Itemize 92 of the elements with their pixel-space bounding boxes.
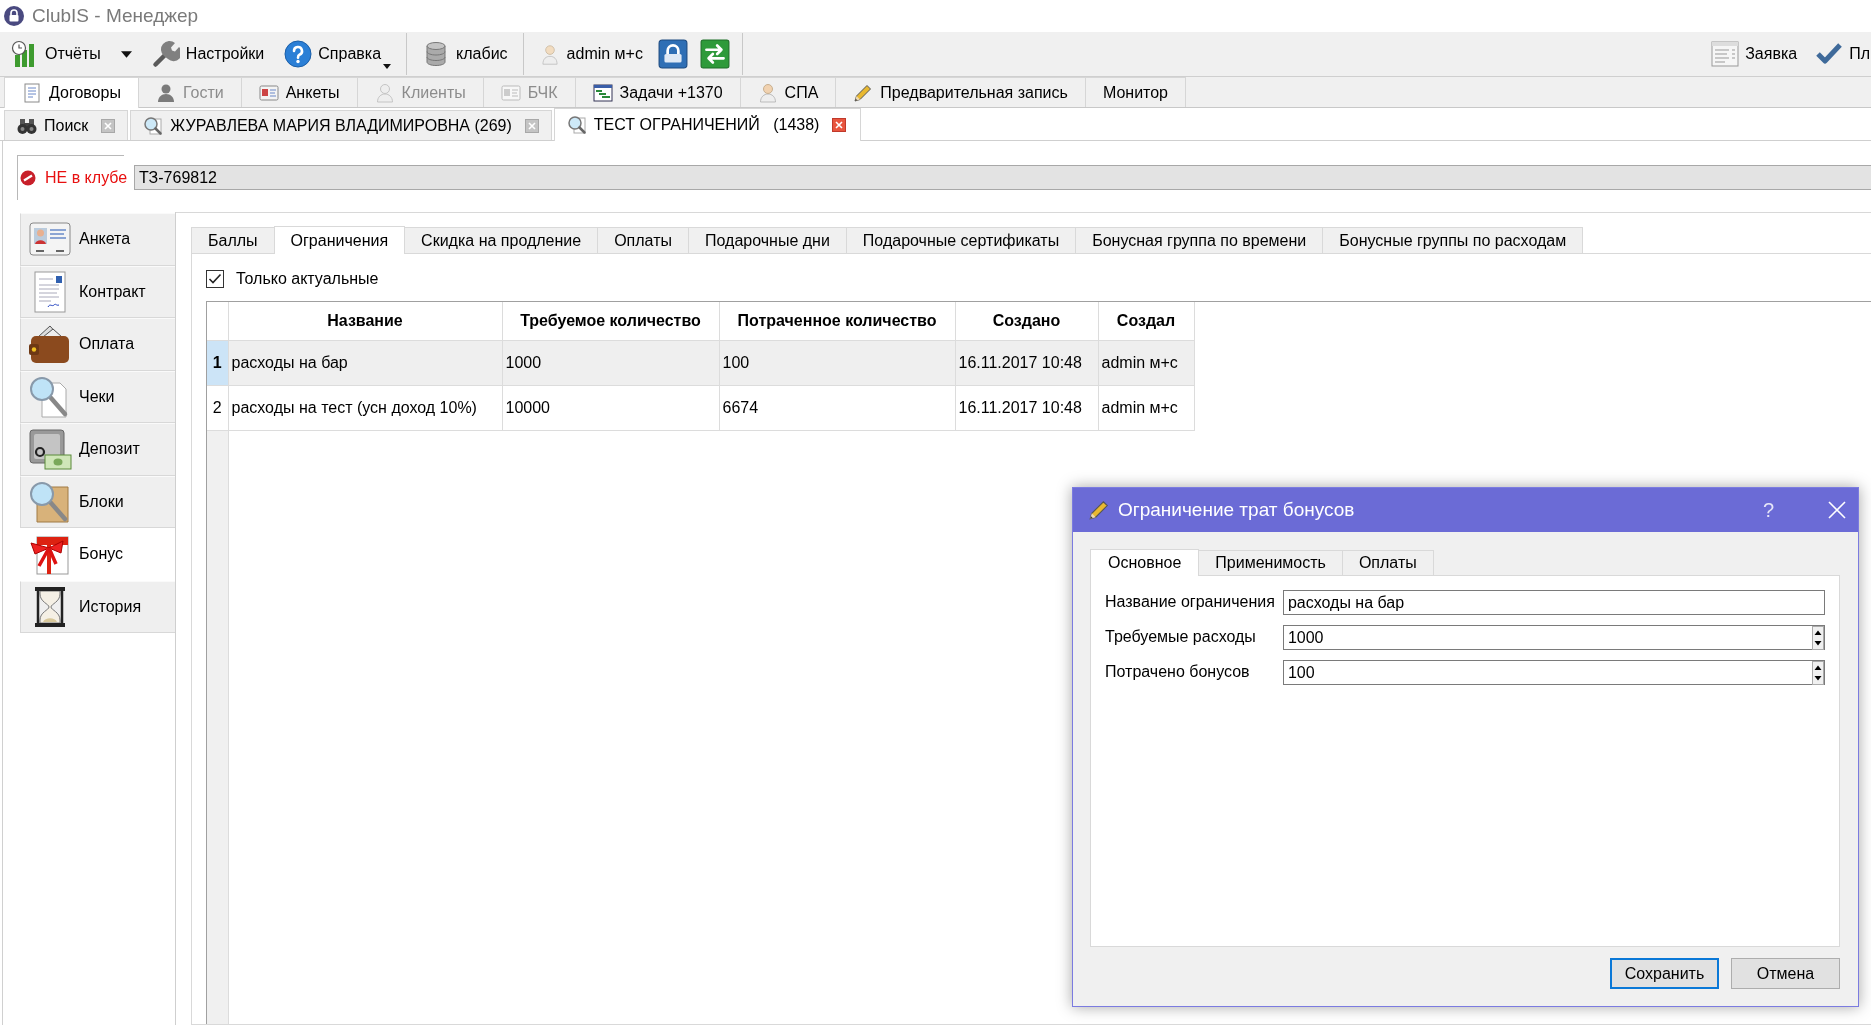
tab[interactable]: Оплаты	[597, 227, 689, 253]
table-cell: расходы на тест (усн доход 10%)	[228, 385, 502, 430]
sidebar-item[interactable]: Анкета	[20, 213, 175, 266]
prohibited-icon	[20, 170, 36, 186]
table-cell: admin м+с	[1098, 340, 1194, 385]
toolbar-button[interactable]: Заявка	[1709, 34, 1800, 74]
caret-icon	[383, 64, 392, 69]
magnifier-icon	[566, 115, 587, 135]
dropdown-button[interactable]: Отчёты	[6, 34, 137, 74]
toolbar-button[interactable]: Настройки	[146, 34, 270, 74]
id-card-icon	[500, 82, 521, 103]
sidebar-item[interactable]: Чеки	[20, 370, 175, 423]
sidebar-item[interactable]: Депозит	[20, 423, 175, 476]
spin-arrows-icon[interactable]	[1812, 625, 1824, 650]
person-icon	[374, 82, 395, 103]
table-cell: 16.11.2017 10:48	[955, 340, 1098, 385]
pencil-icon	[1088, 499, 1110, 521]
magnifier-box-icon	[28, 479, 72, 524]
sidebar-item[interactable]: Контракт	[20, 265, 175, 318]
sidebar-item[interactable]: История	[20, 580, 175, 633]
table-row[interactable]: 2 расходы на тест (усн доход 10%) 10000 6674 16.11.2017 10:48 admin м+с	[207, 385, 1194, 430]
tab[interactable]: Скидка на продление	[404, 227, 599, 253]
table-cell: 6674	[719, 385, 955, 430]
document-icon	[22, 83, 42, 103]
sidebar-item[interactable]: Оплата	[20, 318, 175, 371]
table-cell: 1000	[502, 340, 719, 385]
pencil-icon	[853, 82, 874, 103]
card-number-field[interactable]: ТЗ-769812	[134, 165, 1871, 190]
caret-icon	[120, 50, 132, 58]
column-header: Создал	[1098, 302, 1194, 340]
tab[interactable]: Оплаты	[1341, 550, 1434, 575]
checkbox-label: Только актуальные	[236, 270, 379, 288]
table-cell: расходы на бар	[228, 340, 502, 385]
dialog-button[interactable]: Сохранить	[1610, 958, 1719, 989]
magnifier-icon	[143, 115, 164, 136]
gantt-chart-icon	[592, 82, 613, 103]
text-field[interactable]: расходы на бар	[1282, 590, 1825, 615]
table-row[interactable]: 1 расходы на бар 1000 100 16.11.2017 10:48 admin м+с	[207, 340, 1194, 385]
id-card-icon	[258, 82, 279, 103]
number-field[interactable]: 100	[1282, 660, 1825, 685]
tab[interactable]: Баллы	[191, 227, 275, 253]
tab[interactable]: Бонусные группы по расходам	[1322, 227, 1584, 253]
table-cell: 10000	[502, 385, 719, 430]
sidebar-item[interactable]: Блоки	[20, 475, 175, 528]
row-number: 2	[207, 385, 228, 430]
dialog-button[interactable]: Отмена	[1731, 958, 1840, 989]
wrench-icon	[151, 40, 180, 68]
window-title: ClubIS - Менеджер	[32, 5, 199, 27]
help-icon	[284, 40, 313, 68]
column-header: Создано	[955, 302, 1098, 340]
toolbar-button[interactable]: Пл	[1813, 34, 1871, 74]
tab[interactable]: Бонусная группа по времени	[1075, 227, 1324, 253]
arrows-icon	[699, 39, 730, 69]
dialog-title: Ограничение трат бонусов	[1118, 499, 1356, 521]
table-cell: admin м+с	[1098, 385, 1194, 430]
tab[interactable]: ТЕСТ ОГРАНИЧЕНИЙ (1438)	[553, 108, 862, 141]
person-icon	[757, 82, 778, 103]
field-label: Требуемые расходы	[1105, 627, 1257, 647]
toolbar-button[interactable]: admin м+с	[533, 34, 648, 74]
tab[interactable]: Договоры	[4, 77, 139, 108]
close-icon[interactable]	[832, 118, 847, 132]
lock-button[interactable]	[657, 39, 688, 69]
tab[interactable]: Подарочные дни	[688, 227, 847, 253]
column-header: Название	[228, 302, 502, 340]
column-header: Требуемое количество	[502, 302, 719, 340]
safe-icon	[28, 427, 72, 472]
status-label: НЕ в клубе	[45, 169, 128, 187]
arrows-button[interactable]	[699, 39, 730, 69]
tab[interactable]: Подарочные сертификаты	[845, 227, 1077, 253]
help-button[interactable]: ?	[1756, 498, 1780, 522]
tab[interactable]: ЖУРАВЛЕВА МАРИЯ ВЛАДИМИРОВНА (269)	[130, 110, 552, 140]
column-header: Потраченное количество	[719, 302, 955, 340]
table-cell: 100	[719, 340, 955, 385]
number-field[interactable]: 1000	[1282, 625, 1825, 650]
tab[interactable]: Основное	[1090, 549, 1200, 576]
dropdown-button[interactable]: Справка	[279, 34, 397, 74]
check-icon	[1815, 42, 1844, 66]
tab[interactable]: Ограничения	[273, 226, 406, 254]
person-icon	[155, 82, 176, 103]
document-icon	[1711, 40, 1740, 68]
binoculars-icon	[17, 116, 37, 135]
spin-arrows-icon[interactable]	[1812, 660, 1824, 685]
tab[interactable]: Монитор	[1084, 77, 1186, 107]
lock-icon	[4, 6, 24, 26]
field-label: Потрачено бонусов	[1105, 662, 1251, 682]
field-label: Название ограничения	[1105, 592, 1275, 612]
tab[interactable]: Поиск	[4, 110, 129, 140]
lock-icon	[657, 39, 688, 69]
row-number: 1	[207, 340, 228, 385]
checkbox[interactable]	[206, 270, 224, 288]
toolbar-button[interactable]: клабис	[417, 34, 513, 74]
table-cell: 16.11.2017 10:48	[955, 385, 1098, 430]
